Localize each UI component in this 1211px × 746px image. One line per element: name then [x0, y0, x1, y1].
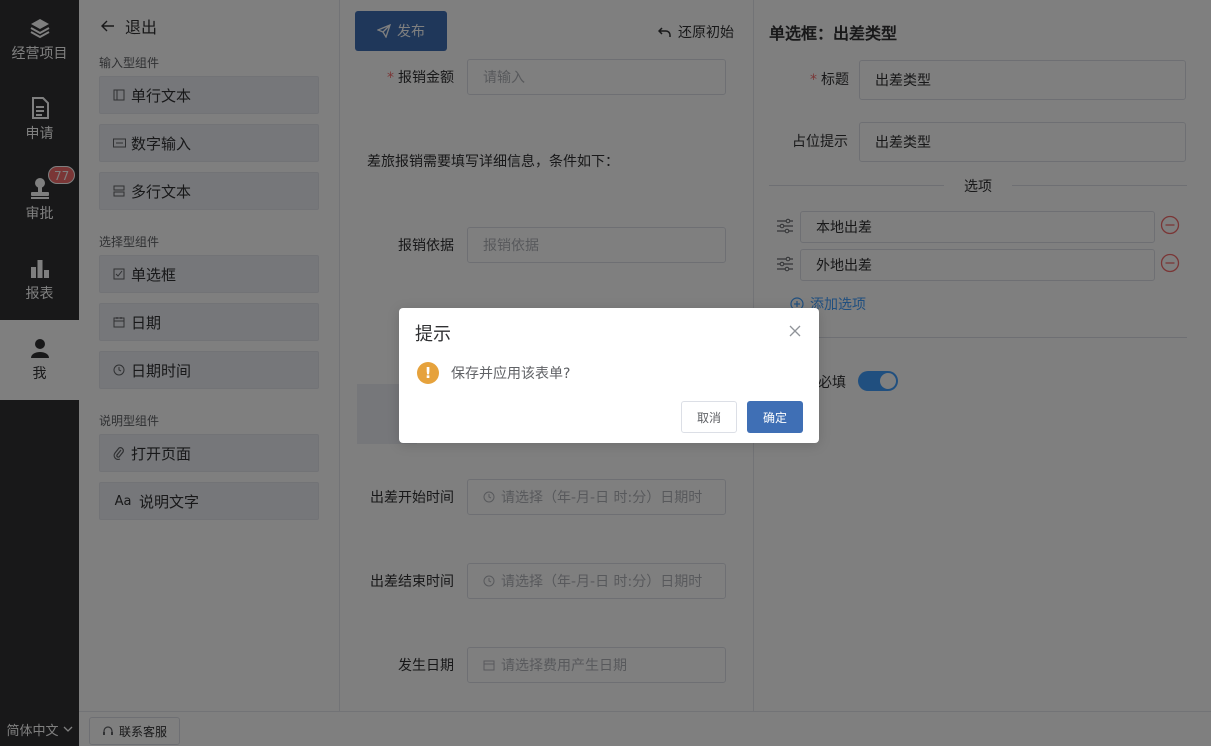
dialog-title: 提示	[415, 324, 451, 345]
warning-icon: !	[417, 362, 439, 384]
close-icon[interactable]	[788, 324, 802, 338]
cancel-button[interactable]: 取消	[681, 401, 737, 433]
dialog-message: 保存并应用该表单?	[451, 366, 571, 382]
confirm-dialog: 提示 ! 保存并应用该表单? 取消 确定	[399, 308, 819, 443]
confirm-button[interactable]: 确定	[747, 401, 803, 433]
